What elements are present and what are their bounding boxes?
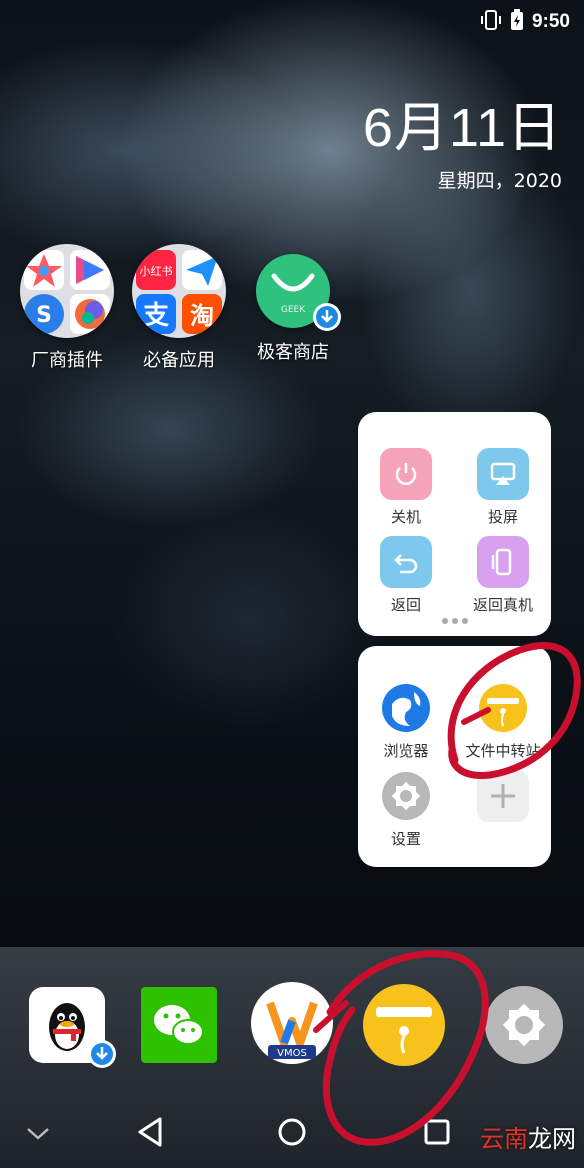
star-app-icon: [24, 250, 64, 290]
geek-store-icon: GEEK: [256, 254, 341, 331]
camera-app-icon: [70, 294, 110, 334]
app-label: 必备应用: [143, 350, 215, 371]
qq-app[interactable]: [29, 987, 116, 1068]
settings-shortcut[interactable]: 设置: [358, 770, 454, 849]
nav-back-triangle-icon[interactable]: [136, 1116, 164, 1152]
nav-home-circle-icon[interactable]: [277, 1117, 307, 1151]
file-transfer-label: 文件中转站: [465, 742, 541, 760]
date-text: 6月11日: [362, 98, 562, 158]
app-label: 极客商店: [257, 342, 329, 363]
add-shortcut-button[interactable]: [455, 770, 551, 822]
back-arrow-icon: [380, 536, 432, 588]
quick-apps-panel: 浏览器 文件中转站 设置: [358, 646, 551, 867]
taobao-text: 淘: [190, 302, 214, 330]
browser-icon: [380, 682, 432, 734]
watermark-red-text: 云南: [480, 1125, 528, 1153]
power-off-button[interactable]: 关机: [358, 448, 454, 527]
status-bar: 9:50: [0, 0, 584, 42]
cast-icon: [477, 448, 529, 500]
file-transfer-dock-app[interactable]: [362, 983, 446, 1067]
vmos-icon: VMOS: [251, 982, 333, 1064]
s-app-icon: S: [24, 294, 64, 334]
back-button[interactable]: 返回: [358, 536, 454, 615]
cast-screen-label: 投屏: [487, 508, 518, 526]
paper-plane-icon: [182, 250, 222, 290]
folder-icon: S: [20, 244, 114, 338]
geek-icon-text: GEEK: [281, 305, 306, 315]
file-transfer-shortcut[interactable]: 文件中转站: [455, 682, 551, 761]
nav-recents-square-icon[interactable]: [423, 1118, 451, 1150]
essential-apps-folder[interactable]: 小红书 支 淘 必备应用: [124, 244, 234, 372]
phone-icon: [477, 536, 529, 588]
vmos-app[interactable]: VMOS: [250, 981, 334, 1065]
xiaohongshu-text: 小红书: [140, 265, 173, 278]
download-badge-icon: [87, 1039, 117, 1073]
return-to-real-device-button[interactable]: 返回真机: [455, 536, 551, 615]
file-transfer-icon: [363, 984, 445, 1066]
app-label: 厂商插件: [31, 350, 103, 371]
geek-store-app[interactable]: GEEK 极客商店: [238, 244, 348, 364]
alipay-icon: 支: [136, 294, 176, 334]
power-icon: [380, 448, 432, 500]
wechat-icon: [141, 987, 217, 1063]
cast-screen-button[interactable]: 投屏: [455, 448, 551, 527]
add-icon: [477, 770, 529, 822]
vendor-plugins-folder[interactable]: S 厂商插件: [12, 244, 122, 372]
page-indicator: [358, 609, 551, 628]
weekday-year-text: 星期四，2020: [437, 170, 562, 192]
date-widget[interactable]: 6月11日 星期四，2020: [363, 96, 562, 193]
watermark: 云南龙网: [480, 1119, 576, 1154]
download-badge-icon: [312, 302, 342, 336]
vibrate-icon: [480, 10, 502, 34]
file-transfer-icon: [477, 682, 529, 734]
chevron-down-icon[interactable]: [26, 1126, 50, 1145]
folder-icon: 小红书 支 淘: [132, 244, 226, 338]
wechat-app[interactable]: [141, 987, 217, 1063]
vmos-badge-text: VMOS: [277, 1048, 307, 1059]
watermark-text: 龙网: [528, 1125, 576, 1153]
settings-dock-app[interactable]: [484, 985, 564, 1065]
settings-icon: [485, 986, 563, 1064]
status-time: 9:50: [531, 11, 570, 32]
taobao-icon: 淘: [182, 294, 222, 334]
xiaohongshu-icon: 小红书: [136, 250, 176, 290]
quick-control-panel: 关机 投屏 返回 返回真机: [358, 412, 551, 636]
svg-text:S: S: [36, 303, 52, 328]
browser-label: 浏览器: [383, 742, 429, 760]
power-off-label: 关机: [390, 508, 421, 526]
browser-shortcut[interactable]: 浏览器: [358, 682, 454, 761]
home-screen: 9:50 6月11日 星期四，2020 S 厂商插件 小红书 支 淘 必备应用 …: [0, 0, 584, 1168]
alipay-text: 支: [143, 301, 169, 331]
settings-icon: [380, 770, 432, 822]
battery-charging-icon: [510, 9, 524, 35]
settings-label: 设置: [390, 830, 421, 848]
flag-app-icon: [70, 250, 110, 290]
